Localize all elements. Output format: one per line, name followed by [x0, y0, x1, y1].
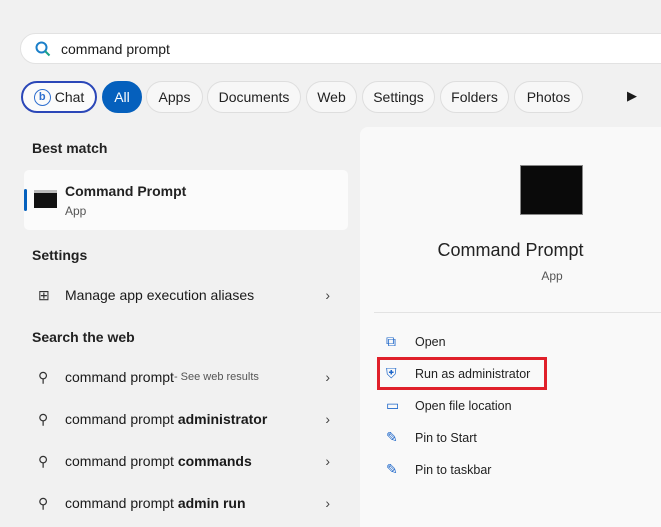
chevron-right-icon: › — [325, 369, 330, 385]
filter-photos[interactable]: Photos — [514, 81, 583, 113]
selection-indicator — [24, 189, 27, 211]
filter-web[interactable]: Web — [306, 81, 357, 113]
bing-icon: b — [33, 88, 51, 106]
chevron-right-icon: › — [325, 411, 330, 427]
folder-icon: ▭ — [386, 397, 400, 413]
chevron-right-icon: › — [325, 453, 330, 469]
app-settings-icon: ⊞ — [38, 286, 50, 303]
best-match-title: Command Prompt — [65, 183, 187, 199]
pin-icon: ✎ — [386, 461, 398, 477]
chevron-right-icon: › — [325, 287, 330, 303]
action-open[interactable]: ⧉ Open — [386, 333, 446, 350]
search-icon: ⚲ — [38, 452, 49, 469]
detail-subtitle: App — [541, 269, 563, 283]
search-box[interactable] — [20, 33, 661, 64]
open-external-icon: ⧉ — [386, 333, 396, 349]
search-icon — [35, 41, 51, 56]
filter-apps[interactable]: Apps — [146, 81, 203, 113]
action-open-file-location[interactable]: ▭ Open file location — [386, 397, 512, 414]
filter-all[interactable]: All — [102, 81, 142, 113]
action-pin-to-start[interactable]: ✎ Pin to Start — [386, 429, 477, 446]
search-input[interactable] — [61, 40, 461, 57]
action-pin-to-taskbar[interactable]: ✎ Pin to taskbar — [386, 461, 491, 478]
web-result[interactable]: ⚲ command prompt commands › — [24, 443, 348, 479]
web-result[interactable]: ⚲ command prompt administrator › — [24, 401, 348, 437]
filter-chat[interactable]: b Chat — [21, 81, 97, 113]
best-match-header: Best match — [32, 140, 108, 156]
best-match-subtitle: App — [65, 204, 87, 218]
shield-app-icon: ⛨ — [386, 365, 397, 381]
search-icon: ⚲ — [38, 368, 49, 385]
cmd-app-large-icon — [520, 165, 583, 215]
detail-title: Command Prompt — [437, 240, 584, 260]
settings-item-aliases[interactable]: ⊞ Manage app execution aliases › — [24, 277, 348, 313]
search-web-header: Search the web — [32, 329, 135, 345]
action-run-as-administrator[interactable]: ⛨ Run as administrator — [386, 365, 530, 382]
web-result[interactable]: ⚲ command prompt - See web results › — [24, 359, 348, 395]
web-result[interactable]: ⚲ command prompt admin run › — [24, 485, 348, 521]
settings-header: Settings — [32, 247, 88, 263]
filter-documents[interactable]: Documents — [207, 81, 301, 113]
divider — [374, 312, 661, 313]
best-match-card[interactable]: Command Prompt App — [24, 170, 348, 230]
chevron-right-icon: › — [325, 495, 330, 511]
pin-icon: ✎ — [386, 429, 398, 445]
filter-folders[interactable]: Folders — [440, 81, 509, 113]
search-icon: ⚲ — [38, 494, 49, 511]
filter-settings[interactable]: Settings — [362, 81, 435, 113]
cmd-app-icon — [34, 190, 57, 208]
more-filters-arrow-icon[interactable]: ▶ — [627, 88, 637, 104]
search-icon: ⚲ — [38, 410, 49, 427]
